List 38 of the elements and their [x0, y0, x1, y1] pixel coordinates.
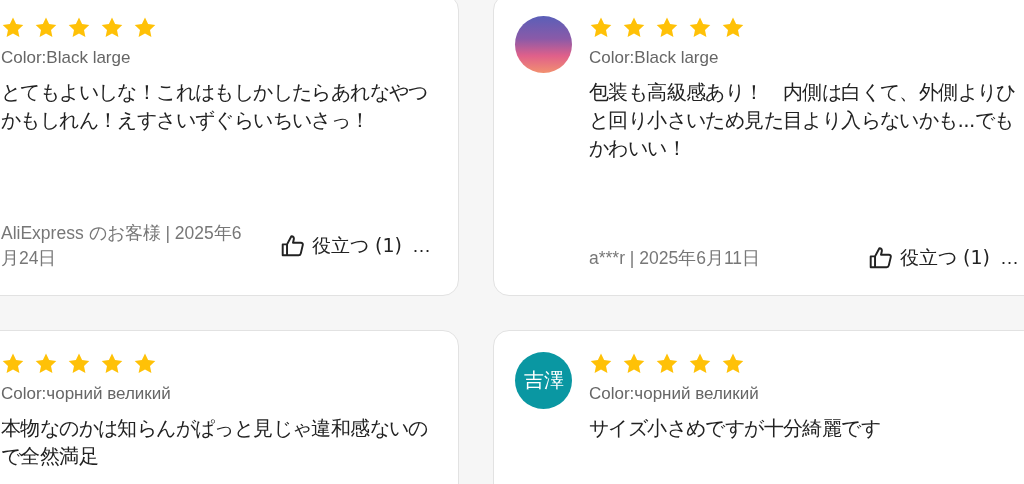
- star-icon: [622, 16, 646, 40]
- variant-label: Color:Black large: [1, 48, 132, 68]
- star-icon: [34, 16, 58, 40]
- author-date: a***r | 2025年6月11日: [589, 246, 762, 270]
- star-icon: [133, 16, 157, 40]
- star-icon: [100, 16, 124, 40]
- star-icon: [721, 352, 745, 376]
- author-date: AliExpress のお客様 | 2025年6月24日: [1, 222, 243, 270]
- variant-label: Color:чорний великий: [589, 384, 760, 404]
- star-icon: [100, 352, 124, 376]
- star-icon: [688, 16, 712, 40]
- star-icon: [1, 16, 25, 40]
- variant-label: Color:Black large: [589, 48, 720, 68]
- avatar-photo-placeholder: [515, 16, 572, 73]
- star-icon: [589, 352, 613, 376]
- star-icon: [622, 352, 646, 376]
- variant-label: Color:чорний великий: [1, 384, 172, 404]
- helpful-button[interactable]: 役立つ (1): [280, 233, 402, 259]
- star-icon: [655, 16, 679, 40]
- star-icon: [67, 16, 91, 40]
- star-icon: [67, 352, 91, 376]
- avatar-initials: 吉澤: [515, 352, 572, 409]
- review-text: とてもよいしな！これはもしかしたらあれなやつかもしれん！えすさいずぐらいちいさっ！: [1, 79, 429, 134]
- review-text: 本物なのかは知らんがぱっと見じゃ違和感ないので全然満足: [1, 415, 429, 470]
- review-text: サイズ小さめですが十分綺麗です: [589, 415, 881, 442]
- more-button[interactable]: …: [998, 247, 1021, 269]
- star-icon: [589, 16, 613, 40]
- star-icon: [655, 352, 679, 376]
- thumbs-up-icon: [868, 245, 895, 271]
- helpful-button[interactable]: 役立つ (1): [868, 245, 990, 271]
- star-icon: [34, 352, 58, 376]
- star-icon: [133, 352, 157, 376]
- star-icon: [721, 16, 745, 40]
- more-button[interactable]: …: [410, 235, 433, 257]
- star-icon: [688, 352, 712, 376]
- star-icon: [1, 352, 25, 376]
- review-text: 包装も高級感あり！ 内側は白くて、外側よりひと回り小さいため見た目より入らないかも...でもかわいい！: [589, 79, 1017, 162]
- thumbs-up-icon: [280, 233, 307, 259]
